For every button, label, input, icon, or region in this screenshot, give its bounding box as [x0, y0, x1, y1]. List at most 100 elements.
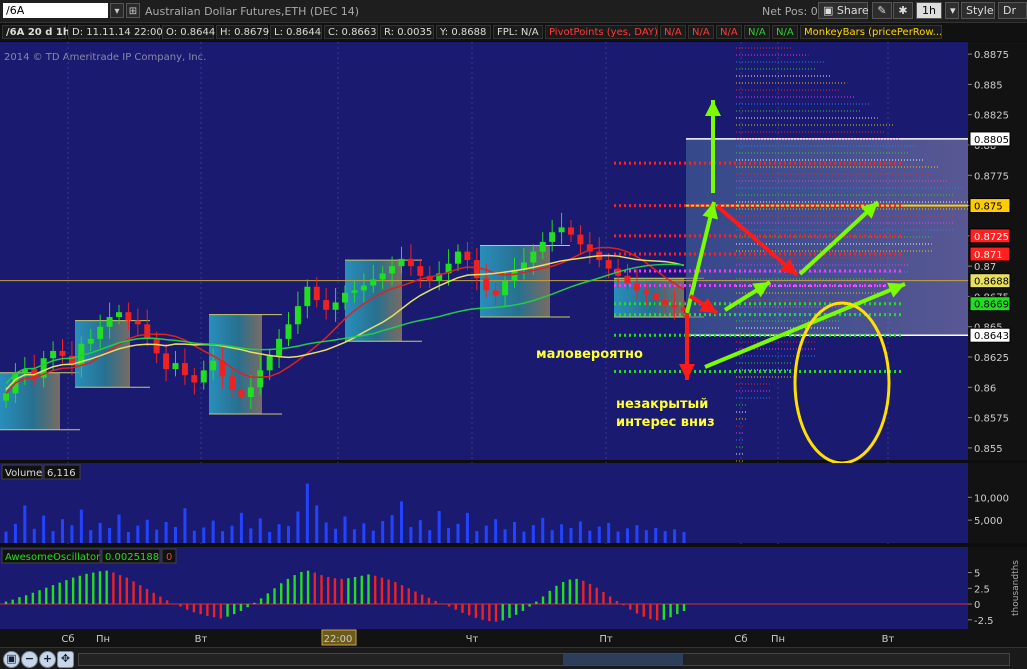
candle-body-70	[662, 300, 669, 305]
info-fpl: FPL: N/A	[493, 25, 543, 39]
volume-bar-59	[560, 524, 564, 543]
ao-bar-101	[682, 604, 686, 611]
volume-bar-33	[315, 505, 319, 543]
info-open: O: 0.8644	[162, 25, 215, 39]
link-icon[interactable]: ⊞	[126, 3, 140, 18]
ao-tick-2: 0	[974, 600, 980, 611]
ao-bar-37	[253, 602, 256, 605]
volume-bar-18	[174, 527, 177, 543]
volume-bar-69	[654, 527, 658, 543]
bottom-bar: ▣ − + ✥	[0, 647, 1027, 669]
candle-body-41	[389, 266, 396, 274]
share-button[interactable]: ▣ Share	[818, 2, 869, 19]
volume-bar-53	[503, 529, 507, 543]
volume-bar-67	[635, 525, 639, 543]
ao-bar-88	[595, 587, 598, 605]
ao-bar-62	[420, 594, 424, 605]
candle-body-49	[464, 251, 471, 261]
ao-bar-51	[347, 578, 350, 605]
scrollbar-thumb[interactable]	[563, 654, 683, 665]
pivot-value-4: N/A	[744, 25, 770, 39]
candle-body-44	[417, 266, 424, 276]
ao-bar-35	[239, 604, 243, 611]
candle-body-14	[134, 320, 141, 325]
price-marker-label-0: 0.8805	[974, 135, 1009, 146]
ao-bar-96	[649, 604, 652, 620]
volume-bar-41	[390, 515, 394, 543]
volume-bar-32	[305, 483, 309, 543]
pivot-value-1: N/A	[660, 25, 686, 39]
ao-bar-79	[535, 601, 538, 605]
volume-bar-11	[108, 527, 112, 543]
ao-bar-93	[629, 604, 632, 610]
chart-area[interactable]: 2014 © TD Ameritrade IP Company, Inc. ма…	[0, 42, 1027, 647]
zoom-in-icon[interactable]: +	[39, 651, 56, 668]
candle-body-30	[285, 324, 292, 339]
monkeybars-label[interactable]: MonkeyBars (pricePerRow...	[800, 25, 942, 39]
ao-bar-4	[31, 592, 35, 605]
volume-bar-24	[230, 525, 234, 543]
ao-bar-2	[18, 597, 21, 605]
ao-value-2: 0	[166, 552, 172, 563]
horizontal-scrollbar[interactable]	[78, 653, 1010, 666]
volume-bar-39	[371, 530, 375, 543]
ao-bar-75	[508, 604, 511, 618]
candle-body-35	[332, 302, 339, 310]
ao-bar-49	[333, 578, 337, 605]
zoom-out-icon[interactable]: −	[21, 651, 38, 668]
candle-body-32	[304, 286, 311, 307]
symbol-dropdown-icon[interactable]: ▾	[110, 3, 124, 18]
volume-bar-2	[23, 505, 27, 543]
ao-bar-98	[662, 604, 666, 620]
price-tick-12: 0.8575	[974, 414, 1009, 425]
ao-bar-60	[407, 588, 410, 605]
candle-body-16	[153, 338, 160, 354]
ao-bar-100	[676, 604, 679, 615]
price-tick-2: 0.8825	[974, 111, 1009, 122]
pivotpoints-label[interactable]: PivotPoints (yes, DAY)	[545, 25, 658, 39]
ao-tick-0: 5	[974, 569, 980, 580]
ao-bar-73	[494, 604, 498, 622]
candle-body-67	[633, 283, 640, 291]
volume-bar-63	[597, 526, 601, 543]
zoom-fit-icon[interactable]: ▣	[3, 651, 20, 668]
time-tick-4: Чт	[466, 634, 479, 645]
ao-bar-89	[602, 592, 605, 605]
volume-bar-65	[616, 531, 620, 543]
volume-bar-16	[155, 529, 159, 543]
candle-body-56	[530, 251, 537, 263]
volume-bar-30	[287, 526, 290, 543]
volume-bar-40	[381, 521, 385, 543]
ao-bar-11	[78, 575, 82, 605]
ao-bar-50	[340, 578, 343, 605]
ao-bar-77	[521, 604, 525, 611]
ao-bar-78	[528, 604, 531, 607]
symbol-input[interactable]: /6A	[3, 3, 108, 18]
ao-bar-21	[145, 588, 149, 605]
volume-title: Volume	[5, 468, 42, 479]
ao-bar-83	[561, 582, 565, 605]
settings-icon[interactable]: ✱	[893, 2, 913, 19]
crosshair-icon[interactable]: ✥	[57, 651, 74, 668]
ao-bar-39	[266, 593, 270, 605]
price-tick-11: 0.86	[974, 383, 996, 394]
ao-bar-59	[400, 585, 404, 605]
timeframe-dropdown-icon[interactable]: ▾	[945, 2, 959, 19]
time-tick-7: Пн	[771, 634, 785, 645]
ao-bar-24	[165, 600, 169, 605]
ao-bar-48	[327, 576, 330, 605]
ao-bar-40	[273, 588, 276, 605]
style-button[interactable]: Style	[961, 2, 995, 19]
drawing-tools-icon[interactable]: ✎	[872, 2, 892, 19]
drawings-button[interactable]: Dr	[998, 2, 1027, 19]
volume-bar-3	[32, 528, 36, 543]
pivot-value-2: N/A	[688, 25, 714, 39]
ao-bar-9	[65, 580, 68, 605]
timeframe-button[interactable]: 1h	[916, 2, 942, 19]
ao-bar-41	[280, 583, 283, 605]
ao-bar-10	[71, 577, 75, 605]
ao-bar-95	[642, 604, 645, 617]
ao-bar-13	[92, 572, 95, 605]
ao-bar-20	[139, 585, 142, 605]
ao-bar-84	[568, 579, 572, 605]
